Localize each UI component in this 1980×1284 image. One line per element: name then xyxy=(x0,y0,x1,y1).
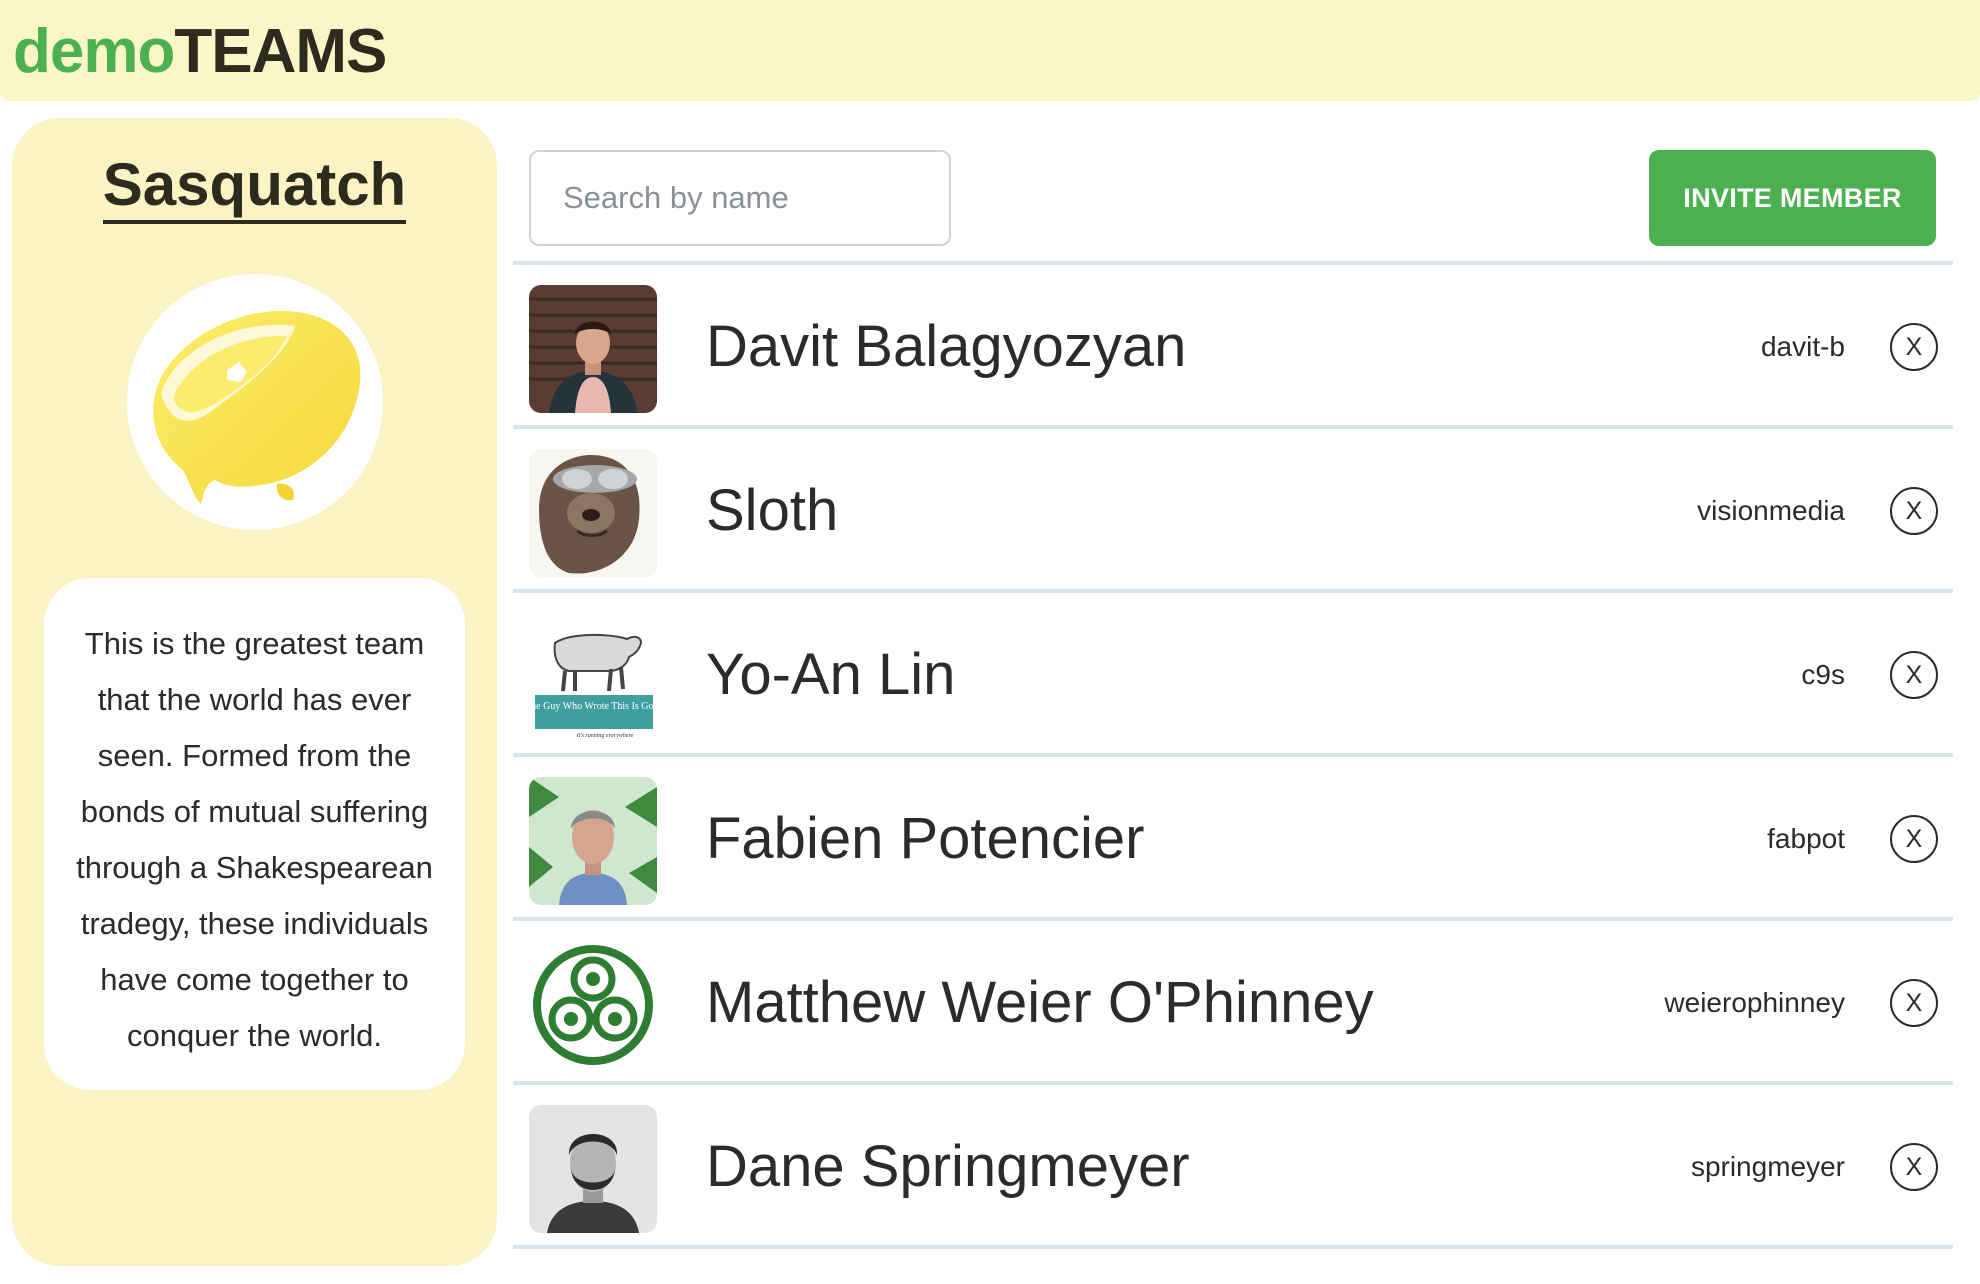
member-row: Sloth visionmedia X xyxy=(513,429,1953,589)
member-username: davit-b xyxy=(1760,331,1845,362)
member-username: weierophinney xyxy=(1664,987,1845,1018)
top-bar: demoTEAMS xyxy=(0,0,1980,101)
remove-member-button[interactable]: X xyxy=(1890,487,1938,535)
team-name-heading: Sasquatch xyxy=(12,150,497,224)
remove-member-button[interactable]: X xyxy=(1890,815,1938,863)
member-row: Fabien Potencier fabpot X xyxy=(513,757,1953,917)
search-input[interactable] xyxy=(529,150,951,246)
member-name: Fabien Potencier xyxy=(706,806,1145,871)
team-description: This is the greatest team that the world… xyxy=(44,578,465,1090)
team-sidebar: Sasquatch This is the greatest team that… xyxy=(12,118,497,1266)
member-row: Matthew Weier O'Phinney weierophinney X xyxy=(513,921,1953,1081)
app-logo[interactable]: demoTEAMS xyxy=(13,14,387,90)
avatar xyxy=(529,777,657,905)
member-name: Yo-An Lin xyxy=(706,642,956,707)
avatar-subcaption: It's running everywhere xyxy=(576,733,634,739)
team-logo xyxy=(127,274,383,530)
remove-member-button[interactable]: X xyxy=(1890,1143,1938,1191)
member-row: Davit Balagyozyan davit-b X xyxy=(513,265,1953,425)
avatar xyxy=(529,1105,657,1233)
member-username: c9s xyxy=(1801,659,1845,690)
team-name: Sasquatch xyxy=(102,151,407,224)
member-name: Sloth xyxy=(706,478,839,543)
remove-member-button[interactable]: X xyxy=(1890,323,1938,371)
logo-text-demo: demo xyxy=(13,17,175,86)
avatar xyxy=(529,449,657,577)
member-username: visionmedia xyxy=(1697,495,1845,526)
logo-text-teams: TEAMS xyxy=(174,17,387,86)
member-username: springmeyer xyxy=(1690,1151,1845,1182)
avatar: The Guy Who Wrote This Is Gone It's runn… xyxy=(529,613,657,741)
member-row: Dane Springmeyer springmeyer X xyxy=(513,1085,1953,1245)
member-username: fabpot xyxy=(1767,823,1845,854)
invite-member-button[interactable]: INVITE MEMBER xyxy=(1649,150,1936,246)
remove-member-button[interactable]: X xyxy=(1890,979,1938,1027)
remove-member-button[interactable]: X xyxy=(1890,651,1938,699)
avatar xyxy=(529,941,657,1069)
member-name: Davit Balagyozyan xyxy=(706,314,1187,379)
member-name: Matthew Weier O'Phinney xyxy=(706,970,1374,1035)
member-name: Dane Springmeyer xyxy=(706,1134,1190,1199)
avatar xyxy=(529,285,657,413)
lemon-icon xyxy=(153,310,361,504)
member-row: The Guy Who Wrote This Is Gone It's runn… xyxy=(513,593,1953,753)
avatar-caption: The Guy Who Wrote This Is Gone xyxy=(529,701,657,712)
member-list: Davit Balagyozyan davit-b X Sloth vision… xyxy=(513,261,1953,1249)
